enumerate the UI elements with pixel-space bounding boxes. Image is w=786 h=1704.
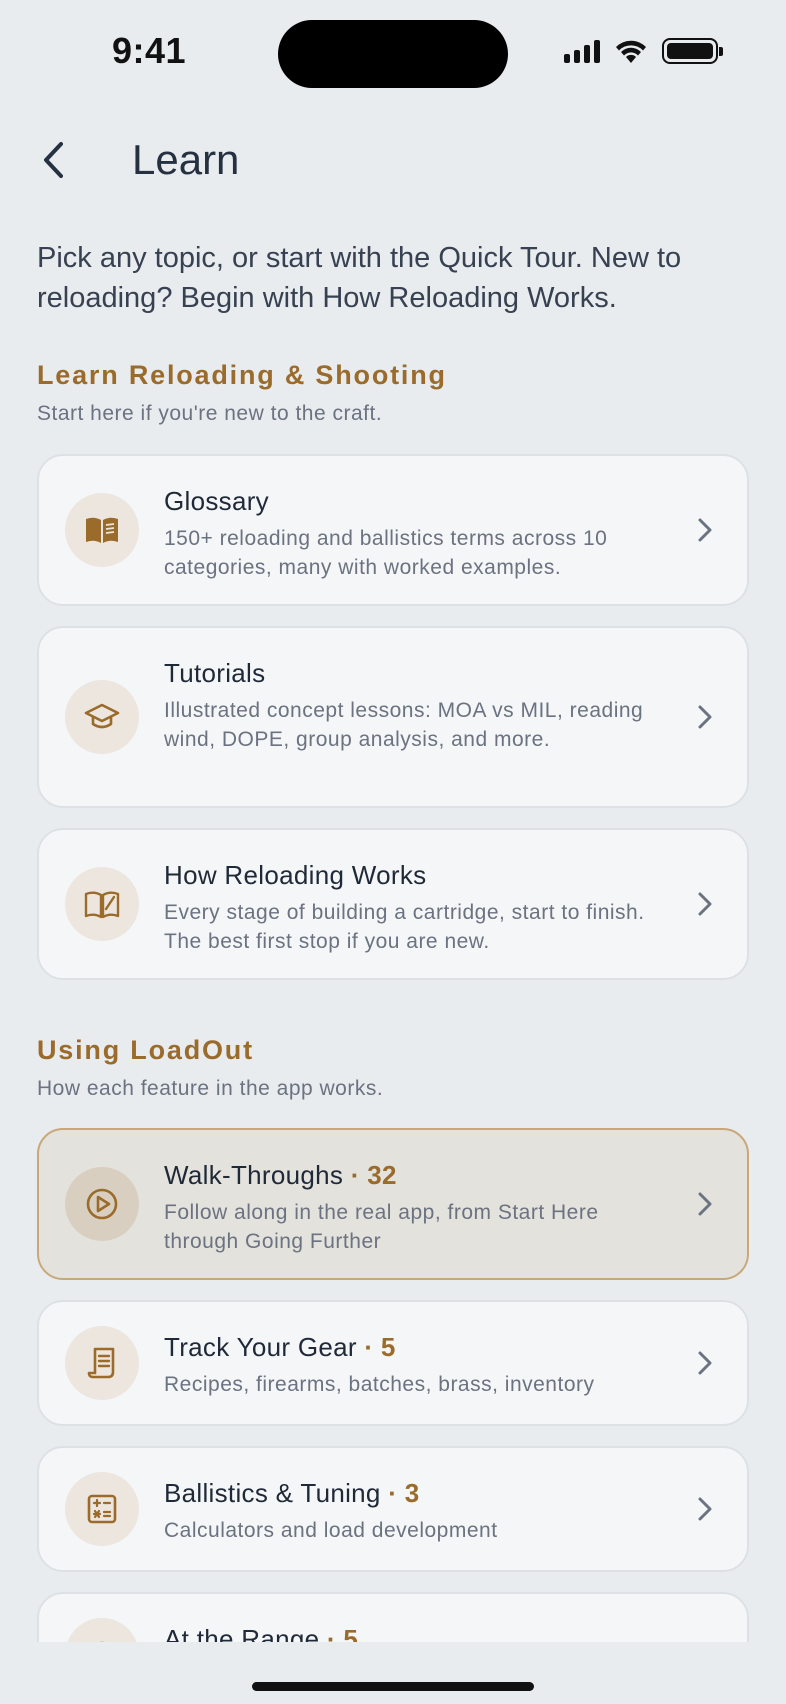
section-subtitle-using-loadout: How each feature in the app works. xyxy=(37,1077,384,1100)
card-description: Follow along in the real app, from Start… xyxy=(164,1201,599,1253)
card-title: Glossary xyxy=(164,486,269,516)
card-title: Track Your Gear · 5 xyxy=(164,1332,396,1362)
card-title: Ballistics & Tuning · 3 xyxy=(164,1478,420,1508)
card-glossary[interactable]: Glossary 150+ reloading and ballistics t… xyxy=(37,454,749,606)
chevron-right-icon xyxy=(693,1497,717,1521)
card-description: Every stage of building a cartridge, sta… xyxy=(164,901,645,953)
card-tutorials[interactable]: Tutorials Illustrated concept lessons: M… xyxy=(37,626,749,808)
wifi-icon xyxy=(616,40,646,63)
scroll-icon xyxy=(65,1326,139,1400)
card-description: Illustrated concept lessons: MOA vs MIL,… xyxy=(164,699,644,751)
calculator-icon xyxy=(65,1472,139,1546)
chevron-right-icon xyxy=(693,892,717,916)
chevron-right-icon xyxy=(693,518,717,542)
card-count: · 32 xyxy=(350,1160,397,1190)
section-title-using-loadout: Using LoadOut xyxy=(37,1035,254,1065)
navigation-bar: Learn xyxy=(0,130,786,190)
home-indicator[interactable] xyxy=(252,1682,534,1691)
back-button[interactable] xyxy=(34,140,74,180)
card-count: · 3 xyxy=(388,1478,420,1508)
bottom-safe-area xyxy=(0,1642,786,1704)
status-bar: 9:41 xyxy=(0,0,786,100)
status-time: 9:41 xyxy=(112,30,187,71)
play-circle-icon xyxy=(65,1167,139,1241)
dynamic-island xyxy=(278,20,508,88)
book-outline-icon xyxy=(65,867,139,941)
battery-icon xyxy=(662,38,723,64)
card-ballistics-tuning[interactable]: Ballistics & Tuning · 3 Calculators and … xyxy=(37,1446,749,1572)
card-how-reloading-works[interactable]: How Reloading Works Every stage of build… xyxy=(37,828,749,980)
chevron-left-icon xyxy=(44,142,63,178)
page-title: Learn xyxy=(132,136,240,183)
card-description: 150+ reloading and ballistics terms acro… xyxy=(164,527,608,579)
chevron-right-icon xyxy=(693,705,717,729)
chevron-right-icon xyxy=(693,1351,717,1375)
card-title: Tutorials xyxy=(164,658,266,688)
cellular-signal-icon xyxy=(564,39,600,63)
card-count: · 5 xyxy=(364,1332,396,1362)
card-description: Recipes, firearms, batches, brass, inven… xyxy=(164,1373,595,1396)
chevron-right-icon xyxy=(693,1192,717,1216)
status-icons xyxy=(564,38,723,64)
section-subtitle-learn: Start here if you're new to the craft. xyxy=(37,402,383,425)
card-description: Calculators and load development xyxy=(164,1519,498,1542)
section-title-learn: Learn Reloading & Shooting xyxy=(37,360,447,390)
open-book-icon xyxy=(65,493,139,567)
intro-text: Pick any topic, or start with the Quick … xyxy=(37,242,682,314)
card-walk-throughs[interactable]: Walk-Throughs · 32 Follow along in the r… xyxy=(37,1128,749,1280)
graduation-cap-icon xyxy=(65,680,139,754)
card-title: Walk-Throughs · 32 xyxy=(164,1160,397,1190)
card-track-your-gear[interactable]: Track Your Gear · 5 Recipes, firearms, b… xyxy=(37,1300,749,1426)
card-title: How Reloading Works xyxy=(164,860,427,890)
